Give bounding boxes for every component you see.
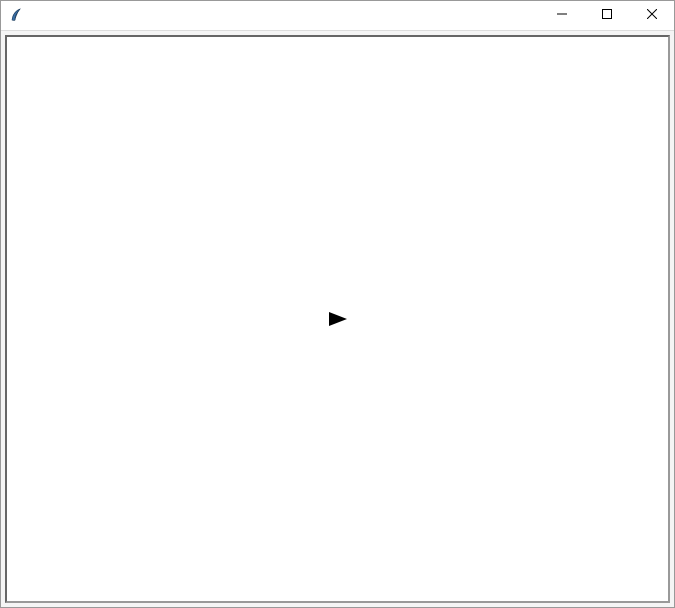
maximize-button[interactable] bbox=[584, 1, 629, 30]
turtle-canvas[interactable] bbox=[5, 35, 670, 603]
minimize-button[interactable] bbox=[539, 1, 584, 30]
feather-icon bbox=[9, 8, 25, 24]
window-controls bbox=[539, 1, 674, 30]
titlebar-left bbox=[9, 8, 31, 24]
close-button[interactable] bbox=[629, 1, 674, 30]
titlebar[interactable] bbox=[1, 1, 674, 31]
app-window bbox=[0, 0, 675, 608]
turtle-cursor-icon bbox=[329, 312, 347, 326]
close-icon bbox=[647, 9, 657, 22]
minimize-icon bbox=[557, 9, 567, 22]
maximize-icon bbox=[602, 9, 612, 22]
